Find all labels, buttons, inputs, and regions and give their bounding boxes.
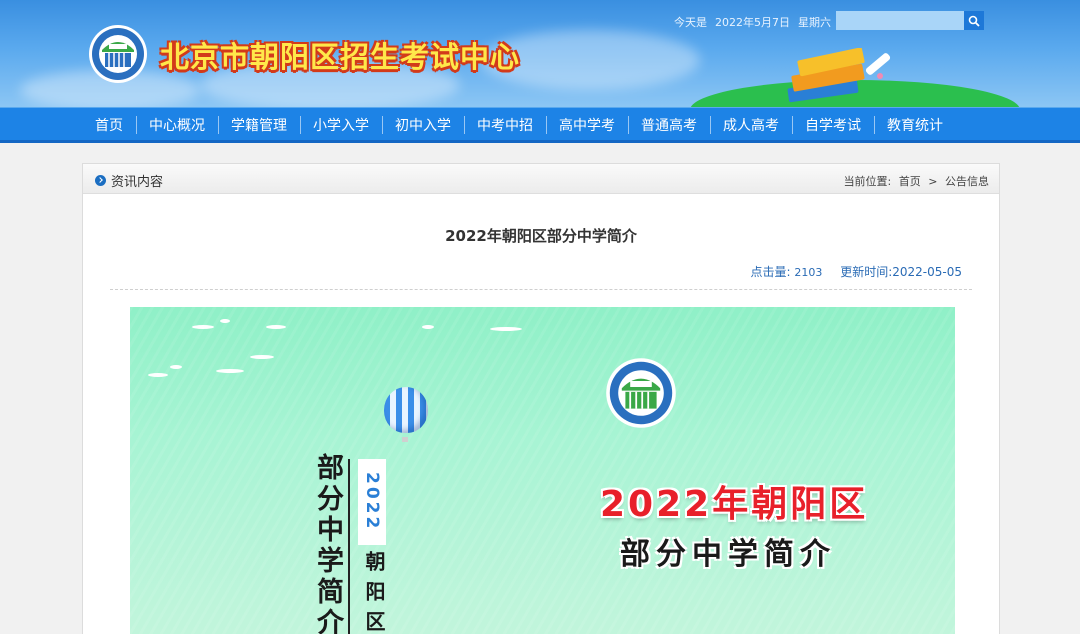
date-line: 今天是 2022年5月7日 星期六: [674, 14, 839, 30]
site-header: 北京市朝阳区招生考试中心 今天是 2022年5月7日 星期六: [0, 0, 1080, 107]
date-prefix: 今天是: [674, 16, 707, 29]
nav-item-registry[interactable]: 学籍管理: [218, 108, 300, 141]
poster-vertical-divider: [348, 459, 350, 634]
breadcrumb: 当前位置: 首页 > 公告信息: [840, 173, 989, 189]
cloud-streak: [216, 369, 244, 373]
updated-value: 2022-05-05: [892, 265, 962, 279]
nav-item-junior-admission[interactable]: 初中入学: [382, 108, 464, 141]
site-logo[interactable]: [88, 24, 148, 84]
nav-item-zhongkao[interactable]: 中考中招: [464, 108, 546, 141]
date-value: 2022年5月7日: [715, 16, 790, 29]
books-illustration: [787, 48, 891, 103]
hits-value: 2103: [794, 266, 823, 279]
panel-title: 资讯内容: [95, 171, 163, 190]
balloon-basket: [402, 437, 408, 442]
hot-air-balloon: [384, 387, 428, 433]
poster-headline: 2022年朝阳区: [600, 484, 869, 525]
cloud-streak: [266, 325, 286, 329]
poster-subheadline: 部分中学简介: [620, 537, 836, 572]
main-nav: 首页 中心概况 学籍管理 小学入学 初中入学 中考中招 高中学考 普通高考 成人…: [0, 107, 1080, 143]
breadcrumb-home[interactable]: 首页: [899, 175, 921, 188]
article-title: 2022年朝阳区部分中学简介: [445, 227, 637, 245]
content-panel: 资讯内容 当前位置: 首页 > 公告信息 2022年朝阳区部分中学简介 点击量:…: [82, 163, 1000, 634]
breadcrumb-separator: >: [928, 175, 938, 188]
updated-label: 更新时间:: [840, 265, 893, 279]
hits-label: 点击量:: [750, 265, 791, 279]
nav-item-gaokao[interactable]: 普通高考: [628, 108, 710, 141]
panel-header: 资讯内容 当前位置: 首页 > 公告信息: [83, 164, 999, 194]
nav-item-high-school-exam[interactable]: 高中学考: [546, 108, 628, 141]
site-title: 北京市朝阳区招生考试中心: [160, 40, 521, 74]
nav-item-primary-admission[interactable]: 小学入学: [300, 108, 382, 141]
nav-item-statistics[interactable]: 教育统计: [874, 108, 956, 141]
poster-vertical-district: 朝阳区: [362, 551, 386, 634]
cloud-streak: [490, 327, 522, 331]
nav-item-overview[interactable]: 中心概况: [136, 108, 218, 141]
nav-item-self-study-exam[interactable]: 自学考试: [792, 108, 874, 141]
poster-logo: [606, 358, 676, 428]
cloud-streak: [192, 325, 214, 329]
breadcrumb-current[interactable]: 公告信息: [945, 175, 989, 188]
search-button[interactable]: [964, 11, 984, 30]
poster-year-badge: 2022: [358, 459, 386, 545]
breadcrumb-label: 当前位置:: [843, 175, 892, 188]
cloud-streak: [422, 325, 434, 329]
article-meta: 点击量: 2103 更新时间:2022-05-05: [751, 263, 963, 280]
poster-vertical-title: 部分中学简介: [312, 453, 343, 634]
meta-divider: [110, 289, 972, 290]
cloud-streak: [170, 365, 182, 369]
arrow-circle-icon: [95, 175, 106, 186]
nav-list: 首页 中心概况 学籍管理 小学入学 初中入学 中考中招 高中学考 普通高考 成人…: [82, 108, 956, 141]
cloud-streak: [148, 373, 168, 377]
cloud-streak: [220, 319, 230, 323]
nav-item-adult-exam[interactable]: 成人高考: [710, 108, 792, 141]
article-poster-image: 部分中学简介 2022 朝阳区 2022年朝阳区 部分中学简介: [130, 307, 955, 634]
cloud-streak: [250, 355, 274, 359]
search-input[interactable]: [836, 11, 964, 30]
panel-title-text: 资讯内容: [111, 175, 164, 190]
weekday: 星期六: [798, 16, 831, 29]
search-icon: [968, 15, 980, 27]
nav-item-home[interactable]: 首页: [82, 108, 136, 141]
